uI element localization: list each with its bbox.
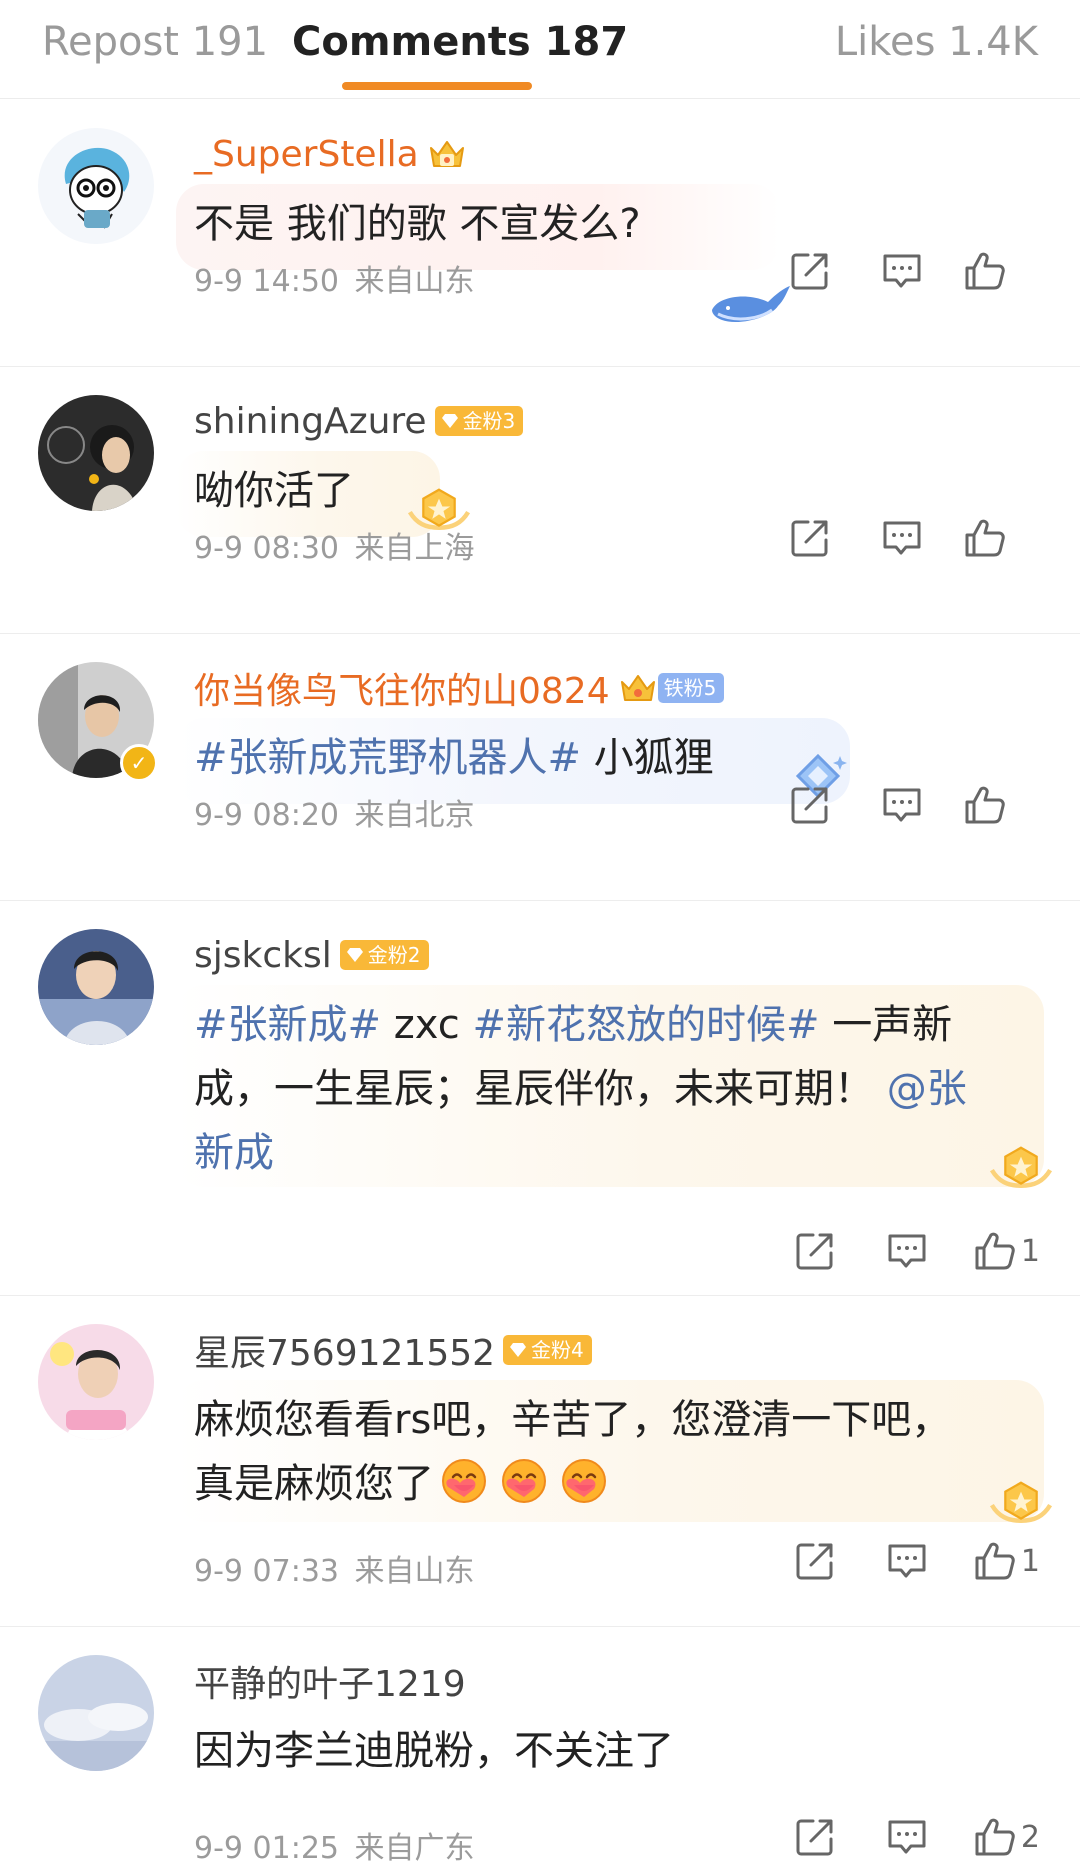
location: 来自山东 — [354, 264, 475, 299]
fan-level-badge: 铁粉5 — [657, 673, 725, 703]
reply-button[interactable] — [861, 1807, 953, 1867]
timestamp: 9-9 07:33 — [194, 1554, 339, 1589]
thumbs-up-icon — [963, 783, 1007, 827]
comment-text: 因为李兰迪脱粉，不关注了 — [194, 1728, 674, 1774]
username[interactable]: _SuperStella — [194, 134, 419, 175]
comment-item: shiningAzure 金粉3 呦你活了 9-9 08:30 来自上海 — [0, 367, 1080, 634]
comment-bubble: 因为李兰迪脱粉，不关注了 — [176, 1711, 1044, 1797]
hashtag-link[interactable]: #张新成荒野机器人# — [194, 735, 581, 781]
location: 来自上海 — [354, 531, 475, 566]
like-count: 1 — [1020, 1543, 1040, 1579]
tab-bar: Repost 191 Comments 187 Likes 1.4K — [0, 0, 1080, 99]
username[interactable]: 你当像鸟飞往你的山0824 — [194, 662, 610, 714]
thumbs-up-icon — [963, 249, 1007, 293]
gold-medal-icon — [986, 1476, 1056, 1532]
timestamp: 9-9 08:20 — [194, 798, 339, 833]
thumbs-up-icon — [973, 1539, 1017, 1583]
hug-emoji-icon — [560, 1457, 608, 1505]
comment-icon — [880, 249, 924, 293]
username[interactable]: shiningAzure — [194, 401, 427, 442]
share-button[interactable] — [769, 1807, 861, 1867]
avatar[interactable] — [38, 929, 154, 1045]
fan-level-badge: 金粉4 — [503, 1335, 592, 1365]
avatar[interactable] — [38, 395, 154, 511]
comment-item: sjskcksl 金粉2 #张新成# zxc #新花怒放的时候# 一声新成，一生… — [0, 901, 1080, 1296]
comment-text: 小狐狸 — [593, 735, 714, 781]
timestamp: 9-9 08:30 — [194, 531, 339, 566]
share-icon — [793, 1539, 837, 1583]
gem-icon — [441, 413, 459, 429]
share-icon — [788, 516, 832, 560]
like-button[interactable]: 1 — [973, 1531, 1040, 1591]
share-button[interactable] — [769, 1221, 861, 1281]
share-icon — [793, 1815, 837, 1859]
share-button[interactable] — [764, 241, 856, 301]
avatar[interactable] — [38, 1655, 154, 1771]
hug-emoji-icon — [500, 1457, 548, 1505]
like-button[interactable]: 1 — [973, 1221, 1040, 1281]
like-button[interactable]: 2 — [973, 1807, 1040, 1867]
tab-comments[interactable]: Comments 187 — [292, 18, 628, 66]
hug-emoji-icon — [440, 1457, 488, 1505]
share-icon — [788, 783, 832, 827]
location: 来自山东 — [354, 1554, 475, 1589]
verified-badge-icon: ✓ — [120, 744, 158, 782]
hashtag-link[interactable]: #张新成# — [194, 1002, 381, 1048]
comment-item: 星辰7569121552 金粉4 麻烦您看看rs吧，辛苦了，您澄清一下吧，真是麻… — [0, 1296, 1080, 1627]
reply-button[interactable] — [856, 775, 948, 835]
comment-item: ✓ 你当像鸟飞往你的山0824 铁粉5 #张新成荒野机器人# 小狐狸 9-9 0… — [0, 634, 1080, 901]
like-count: 2 — [1020, 1819, 1040, 1855]
gem-icon — [509, 1342, 527, 1358]
comment-icon — [885, 1815, 929, 1859]
thumbs-up-icon — [973, 1815, 1017, 1859]
comment-text: 不是 我们的歌 不宣发么? — [194, 201, 641, 247]
reply-button[interactable] — [856, 508, 948, 568]
crown-icon — [620, 675, 655, 701]
share-button[interactable] — [764, 508, 856, 568]
reply-button[interactable] — [861, 1531, 953, 1591]
tab-likes[interactable]: Likes 1.4K — [835, 18, 1038, 66]
share-icon — [788, 249, 832, 293]
username[interactable]: 星辰7569121552 — [194, 1324, 495, 1376]
comment-item: _SuperStella 不是 我们的歌 不宣发么? 9-9 14:50 来自山… — [0, 100, 1080, 367]
username[interactable]: sjskcksl — [194, 935, 332, 976]
comment-icon — [880, 783, 924, 827]
location: 来自北京 — [354, 798, 475, 833]
comment-item: 平静的叶子1219 因为李兰迪脱粉，不关注了 9-9 01:25 来自广东 2 — [0, 1627, 1080, 1866]
fan-level-badge: 金粉2 — [339, 940, 429, 970]
thumbs-up-icon — [963, 516, 1007, 560]
comment-icon — [885, 1539, 929, 1583]
like-button[interactable] — [948, 241, 1040, 301]
comment-bubble: 麻烦您看看rs吧，辛苦了，您澄清一下吧，真是麻烦您了 — [176, 1380, 1044, 1522]
gem-icon — [346, 947, 364, 963]
share-icon — [793, 1229, 837, 1273]
avatar[interactable] — [38, 1324, 154, 1440]
crown-icon — [429, 141, 464, 167]
username[interactable]: 平静的叶子1219 — [194, 1655, 466, 1707]
fan-level-badge: 金粉3 — [434, 406, 524, 436]
hashtag-link[interactable]: #新花怒放的时候# — [472, 1002, 819, 1048]
active-tab-indicator — [342, 82, 532, 90]
comment-text: 呦你活了 — [194, 468, 354, 514]
comment-bubble: #张新成# zxc #新花怒放的时候# 一声新成，一生星辰；星辰伴你，未来可期！… — [176, 985, 1044, 1187]
avatar[interactable] — [38, 128, 154, 244]
reply-button[interactable] — [861, 1221, 953, 1281]
gold-medal-icon — [986, 1141, 1056, 1197]
reply-button[interactable] — [856, 241, 948, 301]
like-count: 1 — [1020, 1233, 1040, 1269]
like-button[interactable] — [948, 775, 1040, 835]
timestamp: 9-9 14:50 — [194, 264, 339, 299]
tab-repost[interactable]: Repost 191 — [42, 18, 268, 66]
share-button[interactable] — [769, 1531, 861, 1591]
comment-icon — [885, 1229, 929, 1273]
thumbs-up-icon — [973, 1229, 1017, 1273]
comment-text: zxc — [393, 1002, 460, 1048]
share-button[interactable] — [764, 775, 856, 835]
like-button[interactable] — [948, 508, 1040, 568]
comment-icon — [880, 516, 924, 560]
